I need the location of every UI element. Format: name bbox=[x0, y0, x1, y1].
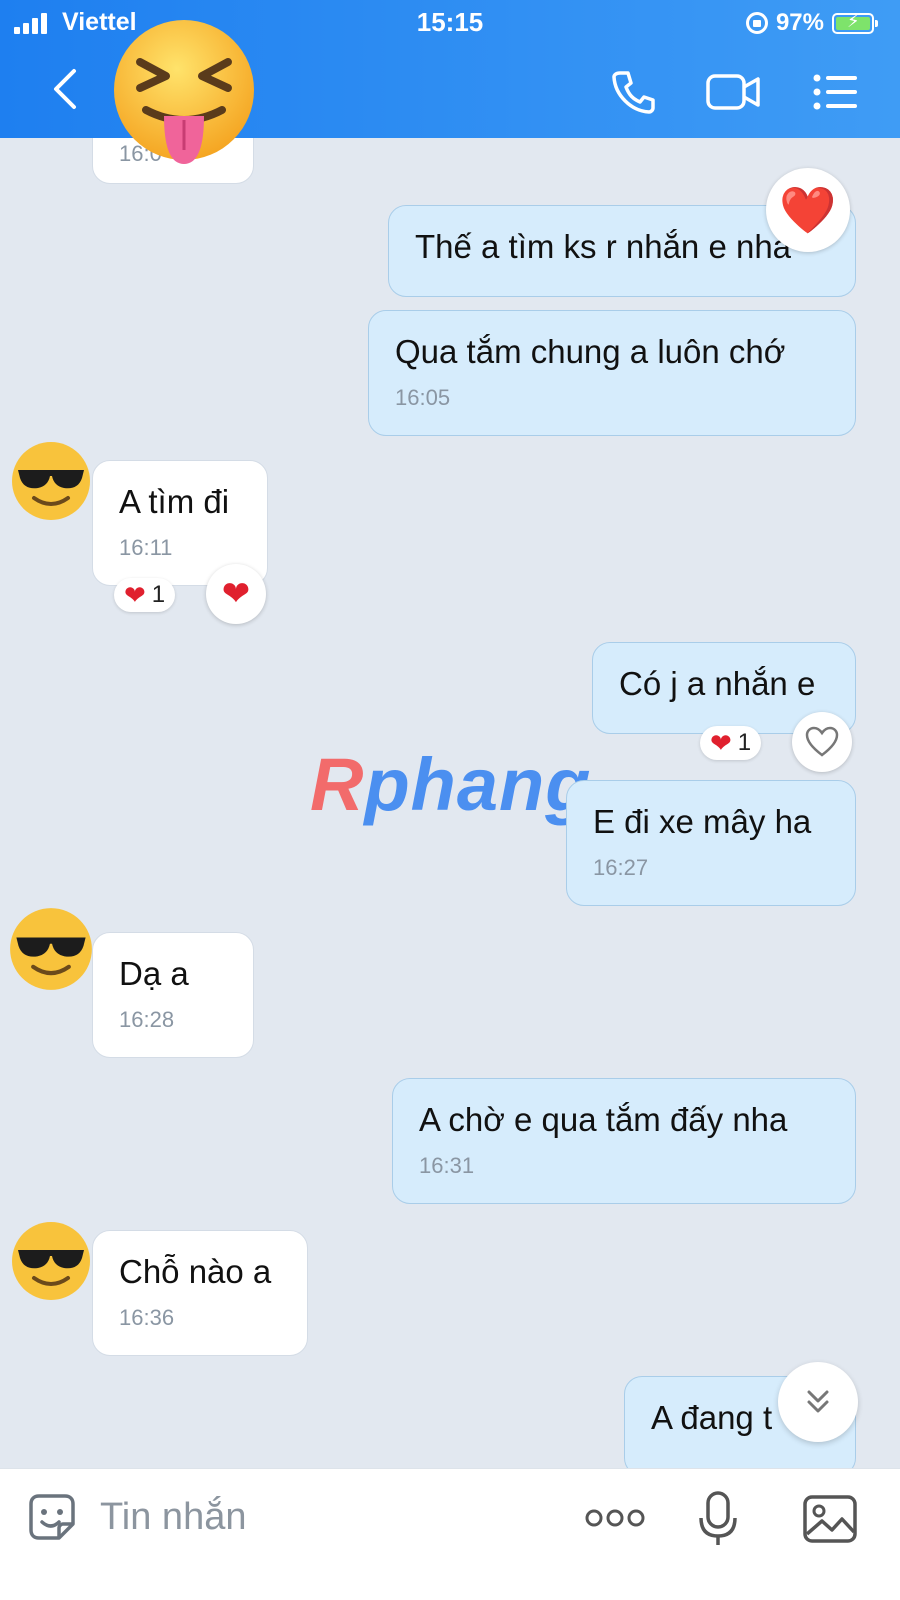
call-button[interactable] bbox=[606, 64, 662, 120]
message-time: 16:27 bbox=[593, 855, 649, 880]
microphone-icon bbox=[699, 1491, 737, 1545]
heart-reaction-button[interactable]: ❤ bbox=[206, 564, 266, 624]
message-text: Có j a nhắn e bbox=[619, 665, 816, 702]
double-chevron-down-icon bbox=[807, 1390, 829, 1413]
menu-button[interactable] bbox=[808, 64, 864, 120]
image-icon bbox=[803, 1495, 857, 1543]
message-time: 16:28 bbox=[119, 1007, 175, 1032]
outgoing-message[interactable]: A chờ e qua tắm đấy nha 16:31 bbox=[392, 1078, 856, 1204]
phone-icon bbox=[612, 71, 655, 114]
message-time: 16:05 bbox=[395, 385, 451, 410]
video-call-button[interactable] bbox=[702, 64, 766, 120]
outgoing-message[interactable]: Qua tắm chung a luôn chớ 16:05 bbox=[368, 310, 856, 436]
video-camera-icon bbox=[706, 74, 760, 110]
list-menu-icon bbox=[813, 74, 857, 110]
heart-reaction-button[interactable] bbox=[792, 712, 852, 772]
orientation-lock-icon bbox=[745, 12, 768, 34]
sticker-button[interactable] bbox=[24, 1489, 80, 1545]
more-button[interactable] bbox=[580, 1493, 650, 1543]
voice-button[interactable] bbox=[690, 1489, 746, 1549]
outgoing-message[interactable]: E đi xe mây ha 16:27 bbox=[566, 780, 856, 906]
red-heart-icon: ❤ bbox=[124, 579, 146, 610]
heart-outline-icon bbox=[805, 726, 839, 757]
reaction-count-badge[interactable]: ❤ 1 bbox=[700, 726, 762, 760]
sunglasses-avatar[interactable] bbox=[8, 906, 94, 992]
message-text: Qua tắm chung a luôn chớ bbox=[395, 333, 786, 370]
message-text: A tìm đi bbox=[119, 483, 230, 520]
chevron-left-icon bbox=[54, 69, 76, 109]
battery-icon: ⚡ bbox=[832, 11, 878, 34]
red-heart-icon: ❤️ bbox=[779, 183, 837, 236]
watermark-logo: Rphang bbox=[310, 743, 592, 826]
red-heart-icon: ❤ bbox=[710, 727, 732, 758]
message-composer bbox=[0, 1468, 900, 1600]
tongue-emoji-sticker bbox=[114, 20, 254, 164]
sunglasses-avatar[interactable] bbox=[10, 440, 92, 522]
message-time: 16:11 bbox=[119, 535, 173, 560]
reaction-count: 1 bbox=[737, 729, 752, 756]
message-text: Thế a tìm ks r nhắn e nha bbox=[415, 228, 792, 265]
more-dots-icon bbox=[585, 1509, 645, 1527]
heart-reaction-button[interactable]: ❤️ bbox=[766, 168, 850, 252]
image-button[interactable] bbox=[800, 1489, 860, 1549]
battery-percent: 97% bbox=[775, 9, 824, 36]
message-text: Chỗ nào a bbox=[119, 1253, 272, 1290]
scroll-to-bottom-button[interactable] bbox=[778, 1362, 858, 1442]
red-heart-icon: ❤ bbox=[221, 575, 251, 613]
message-text: Dạ a bbox=[119, 955, 189, 992]
incoming-message[interactable]: Dạ a 16:28 bbox=[92, 932, 254, 1058]
status-right-group: 97% ⚡ bbox=[745, 9, 878, 37]
reaction-count: 1 bbox=[151, 581, 166, 608]
message-input[interactable] bbox=[100, 1489, 540, 1545]
message-time: 16:36 bbox=[119, 1305, 175, 1330]
reaction-count-badge[interactable]: ❤ 1 bbox=[114, 578, 176, 612]
sticker-icon bbox=[29, 1494, 75, 1540]
message-time: 16:31 bbox=[419, 1153, 475, 1178]
message-text: E đi xe mây ha bbox=[593, 803, 812, 840]
back-button[interactable] bbox=[40, 64, 90, 114]
incoming-message[interactable]: Chỗ nào a 16:36 bbox=[92, 1230, 308, 1356]
message-text: A chờ e qua tắm đấy nha bbox=[419, 1101, 788, 1138]
sunglasses-avatar[interactable] bbox=[10, 1220, 92, 1302]
